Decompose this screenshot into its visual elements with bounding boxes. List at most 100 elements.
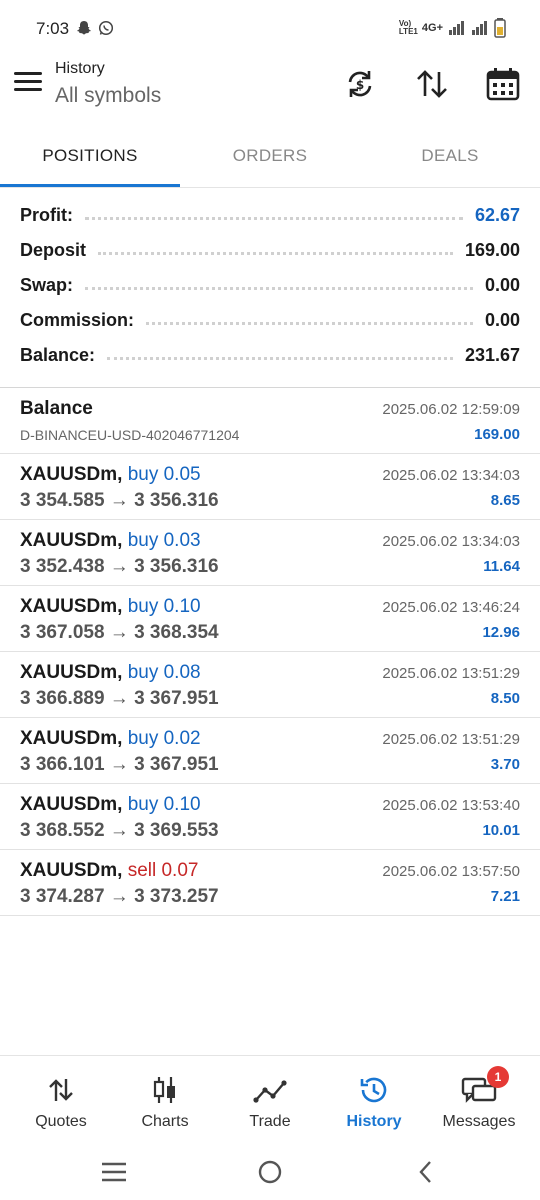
deal-row[interactable]: XAUUSDm, sell 0.07 3 374.287 → 3 373.257…	[0, 850, 540, 916]
deal-side: sell	[127, 860, 157, 881]
row-profit: 12.96	[482, 624, 520, 641]
deal-title: XAUUSDm, buy 0.10	[20, 596, 201, 618]
nav-charts[interactable]: Charts	[111, 1056, 219, 1146]
notification-icons	[76, 20, 114, 36]
tab-bar: POSITIONS ORDERS DEALS	[0, 130, 540, 188]
volte-label: Vo) LTE1	[398, 19, 418, 36]
deal-row[interactable]: XAUUSDm, buy 0.05 3 354.585 → 3 356.316 …	[0, 454, 540, 520]
deal-volume: 0.03	[163, 530, 201, 551]
nav-history[interactable]: History	[320, 1056, 428, 1146]
deal-symbol: XAUUSDm,	[20, 728, 123, 749]
row-profit: 11.64	[483, 558, 520, 575]
deal-prices: 3 366.101 → 3 367.951	[20, 754, 219, 775]
summary-label: Swap:	[20, 275, 74, 295]
row-amount: 169.00	[474, 426, 520, 443]
menu-icon[interactable]	[14, 72, 42, 96]
balance-row[interactable]: Balance D-BINANCEU-USD-402046771204 2025…	[0, 388, 540, 454]
deal-title: XAUUSDm, buy 0.10	[20, 794, 201, 816]
deal-symbol: XAUUSDm,	[20, 464, 123, 485]
summary-label: Balance:	[20, 345, 96, 365]
deal-title: XAUUSDm, buy 0.05	[20, 464, 201, 486]
summary-profit: Profit: 62.67	[0, 198, 540, 233]
deal-prices: 3 354.585 → 3 356.316	[20, 490, 219, 511]
nav-messages[interactable]: 1 Messages	[425, 1056, 533, 1146]
recent-apps-icon[interactable]	[99, 1157, 129, 1187]
deal-row[interactable]: XAUUSDm, buy 0.03 3 352.438 → 3 356.316 …	[0, 520, 540, 586]
deal-title: XAUUSDm, buy 0.08	[20, 662, 201, 684]
summary-label: Commission:	[20, 310, 135, 330]
row-profit: 3.70	[490, 756, 520, 773]
nav-label: History	[346, 1113, 402, 1130]
status-bar: 7:03 Vo) LTE1 4G+	[0, 0, 540, 58]
summary-commission: Commission: 0.00	[0, 303, 540, 338]
deal-symbol: XAUUSDm,	[20, 794, 123, 815]
row-time: 2025.06.02 13:34:03	[382, 467, 520, 484]
deal-volume: 0.08	[163, 662, 201, 683]
sync-icon[interactable]: $	[342, 66, 378, 102]
deal-title: XAUUSDm, buy 0.03	[20, 530, 201, 552]
page-title: History	[55, 60, 105, 77]
notification-badge: 1	[487, 1066, 509, 1088]
signal-icon-2	[472, 21, 487, 35]
deal-title: XAUUSDm, sell 0.07	[20, 860, 198, 882]
deal-row[interactable]: XAUUSDm, buy 0.02 3 366.101 → 3 367.951 …	[0, 718, 540, 784]
deal-prices: 3 374.287 → 3 373.257	[20, 886, 219, 907]
deal-symbol: XAUUSDm,	[20, 596, 123, 617]
deal-prices: 3 368.552 → 3 369.553	[20, 820, 219, 841]
summary-value: 231.67	[464, 345, 520, 365]
charts-icon	[153, 1077, 175, 1103]
deal-symbol: XAUUSDm,	[20, 530, 123, 551]
nav-label: Quotes	[35, 1113, 87, 1130]
summary-value: 0.00	[484, 310, 520, 330]
row-profit: 10.01	[482, 822, 520, 839]
home-icon[interactable]	[255, 1157, 285, 1187]
nav-trade[interactable]: Trade	[216, 1056, 324, 1146]
summary-value: 0.00	[484, 275, 520, 295]
summary-swap: Swap: 0.00	[0, 268, 540, 303]
nav-quotes[interactable]: Quotes	[7, 1056, 115, 1146]
row-time: 2025.06.02 13:51:29	[382, 731, 520, 748]
active-tab-indicator	[0, 184, 180, 187]
summary-label: Deposit	[20, 240, 87, 260]
symbol-filter[interactable]: All symbols	[55, 84, 161, 108]
deal-row[interactable]: XAUUSDm, buy 0.08 3 366.889 → 3 367.951 …	[0, 652, 540, 718]
row-time: 2025.06.02 13:34:03	[382, 533, 520, 550]
network-label: 4G+	[421, 22, 443, 34]
balance-title: Balance	[20, 398, 93, 419]
dotted-leader	[107, 357, 453, 360]
deal-row[interactable]: XAUUSDm, buy 0.10 3 367.058 → 3 368.354 …	[0, 586, 540, 652]
deal-volume: 0.05	[163, 464, 201, 485]
row-time: 2025.06.02 13:57:50	[382, 863, 520, 880]
row-time: 2025.06.02 13:51:29	[382, 665, 520, 682]
sort-icon[interactable]	[414, 66, 450, 102]
account-id: D-BINANCEU-USD-402046771204	[20, 427, 240, 443]
signal-icon	[449, 21, 464, 35]
deal-side: buy	[127, 464, 159, 485]
deal-title: XAUUSDm, buy 0.02	[20, 728, 201, 750]
summary-label: Profit:	[20, 205, 73, 225]
deal-symbol: XAUUSDm,	[20, 860, 123, 881]
deal-side: buy	[127, 596, 159, 617]
nav-label: Messages	[442, 1113, 516, 1130]
deal-volume: 0.07	[161, 860, 199, 881]
calendar-icon[interactable]	[485, 66, 521, 102]
summary-panel: Profit: 62.67 Deposit 169.00 Swap: 0.00 …	[0, 198, 540, 373]
battery-icon	[494, 18, 506, 38]
row-time: 2025.06.02 12:59:09	[382, 401, 520, 418]
nav-label: Trade	[249, 1113, 291, 1130]
row-profit: 8.65	[490, 492, 520, 509]
tab-deals[interactable]: DEALS	[360, 130, 540, 186]
tab-positions[interactable]: POSITIONS	[0, 130, 180, 186]
history-list: Balance D-BINANCEU-USD-402046771204 2025…	[0, 388, 540, 916]
quotes-icon	[49, 1079, 73, 1101]
tab-orders[interactable]: ORDERS	[180, 130, 360, 186]
deal-side: buy	[127, 794, 159, 815]
deal-row[interactable]: XAUUSDm, buy 0.10 3 368.552 → 3 369.553 …	[0, 784, 540, 850]
deal-side: buy	[127, 530, 159, 551]
deal-symbol: XAUUSDm,	[20, 662, 123, 683]
summary-value: 62.67	[474, 205, 520, 225]
dotted-leader	[85, 217, 463, 220]
back-icon[interactable]	[411, 1157, 441, 1187]
summary-deposit: Deposit 169.00	[0, 233, 540, 268]
deal-prices: 3 352.438 → 3 356.316	[20, 556, 219, 577]
